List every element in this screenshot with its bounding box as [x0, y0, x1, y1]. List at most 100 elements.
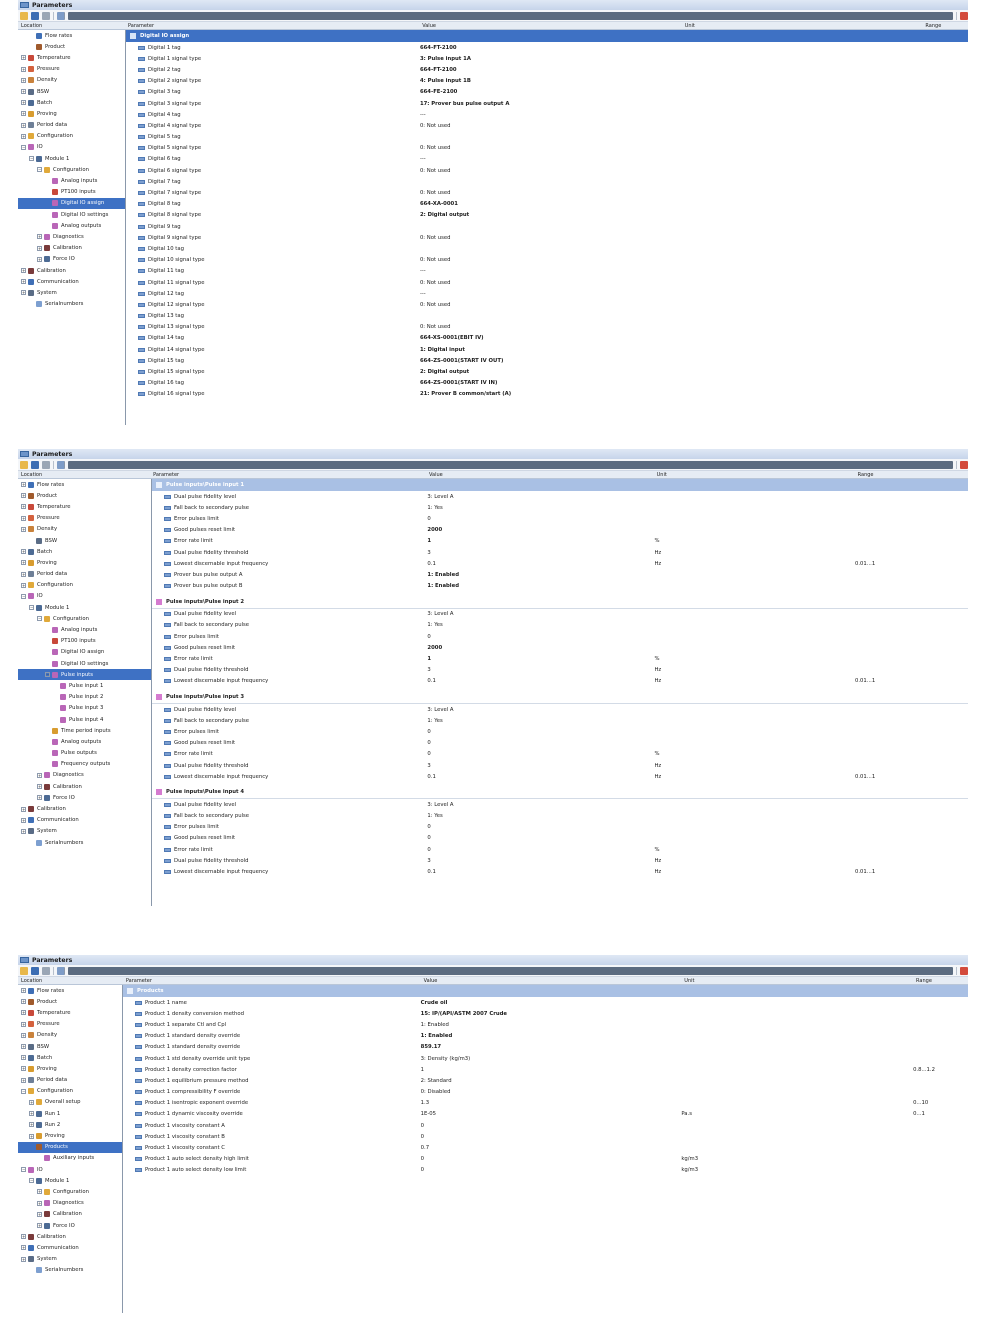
- parameter-value[interactable]: ---: [420, 268, 682, 274]
- tree-item[interactable]: Pulse input 2: [18, 692, 151, 703]
- parameter-value[interactable]: 0: Not used: [420, 168, 682, 174]
- expand-icon[interactable]: +: [21, 133, 26, 139]
- tree-item[interactable]: Analog inputs: [18, 624, 151, 635]
- parameter-row[interactable]: Error pulses limit 0: [152, 513, 968, 524]
- filter-icon[interactable]: [960, 11, 968, 20]
- parameter-row[interactable]: Lowest discernable input frequency 0.1 Hz 0…: [152, 676, 968, 687]
- expand-icon[interactable]: +: [21, 55, 26, 61]
- parameter-value[interactable]: 2000: [427, 645, 654, 651]
- tree-item[interactable]: + Calibration: [18, 803, 151, 814]
- parameter-row[interactable]: Product 1 viscosity constant A 0: [123, 1120, 968, 1131]
- expand-icon[interactable]: +: [21, 122, 26, 128]
- tree-item[interactable]: + Configuration: [18, 580, 151, 591]
- parameter-value[interactable]: 664-FE-2100: [420, 89, 682, 95]
- tree-item[interactable]: BSW: [18, 535, 151, 546]
- expand-icon[interactable]: +: [21, 828, 26, 834]
- parameter-value[interactable]: 3: Pulse input 1A: [420, 56, 682, 62]
- expand-icon[interactable]: +: [29, 1111, 34, 1117]
- tree-item[interactable]: + Calibration: [18, 1231, 122, 1242]
- parameter-value[interactable]: 0: Not used: [420, 302, 682, 308]
- parameter-value[interactable]: 3: [427, 550, 654, 556]
- expand-icon[interactable]: +: [21, 1010, 26, 1016]
- tree-item[interactable]: + Pressure: [18, 1019, 122, 1030]
- parameter-row[interactable]: Error rate limit 0%: [152, 749, 968, 760]
- parameter-value[interactable]: 3: Level A: [427, 707, 654, 713]
- tree-item[interactable]: + System: [18, 287, 125, 298]
- parameter-row[interactable]: Good pulses reset limit 2000: [152, 525, 968, 536]
- parameter-row[interactable]: Product 1 auto select density low limit 0…: [123, 1165, 968, 1176]
- expand-icon[interactable]: +: [37, 772, 42, 778]
- tree-item[interactable]: + Product: [18, 996, 122, 1007]
- expand-icon[interactable]: +: [21, 806, 26, 812]
- tree-item[interactable]: + Calibration: [18, 781, 151, 792]
- parameter-row[interactable]: Dual pulse fidelity level 3: Level A: [152, 609, 968, 620]
- tree-item[interactable]: + Force IO: [18, 254, 125, 265]
- parameter-value[interactable]: 0: Not used: [420, 190, 682, 196]
- tree-item[interactable]: Pulse input 4: [18, 714, 151, 725]
- open-folder-icon[interactable]: [20, 460, 28, 469]
- tree-item[interactable]: + Run 2: [18, 1119, 122, 1130]
- column-header-location[interactable]: Location: [18, 23, 125, 29]
- parameter-row[interactable]: Digital 4 tag ---: [126, 109, 968, 120]
- tree-item[interactable]: + Density: [18, 1030, 122, 1041]
- expand-icon[interactable]: +: [29, 1099, 34, 1105]
- tree-item[interactable]: + Proving: [18, 1130, 122, 1141]
- print-icon[interactable]: [42, 11, 50, 20]
- expand-icon[interactable]: +: [21, 1066, 26, 1072]
- expand-icon[interactable]: +: [21, 268, 26, 274]
- expand-icon[interactable]: +: [21, 504, 26, 510]
- parameter-value[interactable]: 1: Yes: [427, 718, 654, 724]
- tree-item[interactable]: Frequency outputs: [18, 759, 151, 770]
- expand-icon[interactable]: +: [37, 1200, 42, 1206]
- expand-icon[interactable]: +: [21, 1234, 26, 1240]
- parameter-row[interactable]: Digital 12 tag ---: [126, 288, 968, 299]
- column-header-value[interactable]: Value: [421, 978, 682, 984]
- tree-item[interactable]: + Proving: [18, 1063, 122, 1074]
- parameter-value[interactable]: 0: [421, 1123, 682, 1129]
- column-header-parameter[interactable]: Parameter: [125, 23, 419, 29]
- tree-item[interactable]: + Product: [18, 490, 151, 501]
- expand-icon[interactable]: +: [21, 493, 26, 499]
- expand-icon[interactable]: +: [21, 279, 26, 285]
- tree-item[interactable]: + BSW: [18, 1041, 122, 1052]
- tree-item[interactable]: Analog inputs: [18, 175, 125, 186]
- tree-item[interactable]: + Temperature: [18, 1007, 122, 1018]
- tree-item[interactable]: Serialnumbers: [18, 837, 151, 848]
- parameter-value[interactable]: 0: [421, 1167, 682, 1173]
- tree-item[interactable]: + Period data: [18, 120, 125, 131]
- tree-item[interactable]: Pulse outputs: [18, 748, 151, 759]
- parameter-row[interactable]: Good pulses reset limit 2000: [152, 642, 968, 653]
- column-header-unit[interactable]: Unit: [682, 23, 923, 29]
- group-header[interactable]: Pulse inputs\Pulse input 2: [152, 595, 968, 609]
- parameter-value[interactable]: 0: Disabled: [421, 1089, 682, 1095]
- expand-icon[interactable]: +: [21, 571, 26, 577]
- expand-icon[interactable]: +: [37, 795, 42, 801]
- parameter-row[interactable]: Product 1 equilibrium pressure method 2: …: [123, 1075, 968, 1086]
- expand-icon[interactable]: +: [21, 111, 26, 117]
- tree-item[interactable]: + System: [18, 1254, 122, 1265]
- parameter-row[interactable]: Dual pulse fidelity threshold 3 Hz: [152, 665, 968, 676]
- column-header-range[interactable]: Range: [913, 978, 968, 984]
- expand-icon[interactable]: +: [37, 234, 42, 240]
- parameter-value[interactable]: ---: [420, 112, 682, 118]
- parameter-row[interactable]: Product 1 standard density override 1: En…: [123, 1031, 968, 1042]
- parameter-row[interactable]: Digital 14 tag 664-XS-0001(EBIT IV): [126, 333, 968, 344]
- parameter-value[interactable]: 1: Enabled: [421, 1033, 682, 1039]
- tree-item[interactable]: + Proving: [18, 557, 151, 568]
- tree-item[interactable]: Time period inputs: [18, 725, 151, 736]
- tree-item[interactable]: PT100 inputs: [18, 187, 125, 198]
- column-header-range[interactable]: Range: [922, 23, 968, 29]
- tree-item[interactable]: Serialnumbers: [18, 299, 125, 310]
- expand-icon[interactable]: +: [21, 817, 26, 823]
- parameter-value[interactable]: 0: Not used: [420, 235, 682, 241]
- column-header-parameter[interactable]: Parameter: [123, 978, 421, 984]
- parameter-row[interactable]: Error pulses limit 0: [152, 822, 968, 833]
- tree-item[interactable]: + Density: [18, 524, 151, 535]
- parameter-value[interactable]: 0: [427, 847, 654, 853]
- parameter-row[interactable]: Product 1 standard density override 859.1…: [123, 1042, 968, 1053]
- parameter-row[interactable]: Digital 7 tag: [126, 176, 968, 187]
- tree-item[interactable]: − Module 1: [18, 153, 125, 164]
- expand-icon[interactable]: +: [21, 1021, 26, 1027]
- expand-icon[interactable]: +: [21, 66, 26, 72]
- expand-icon[interactable]: +: [21, 549, 26, 555]
